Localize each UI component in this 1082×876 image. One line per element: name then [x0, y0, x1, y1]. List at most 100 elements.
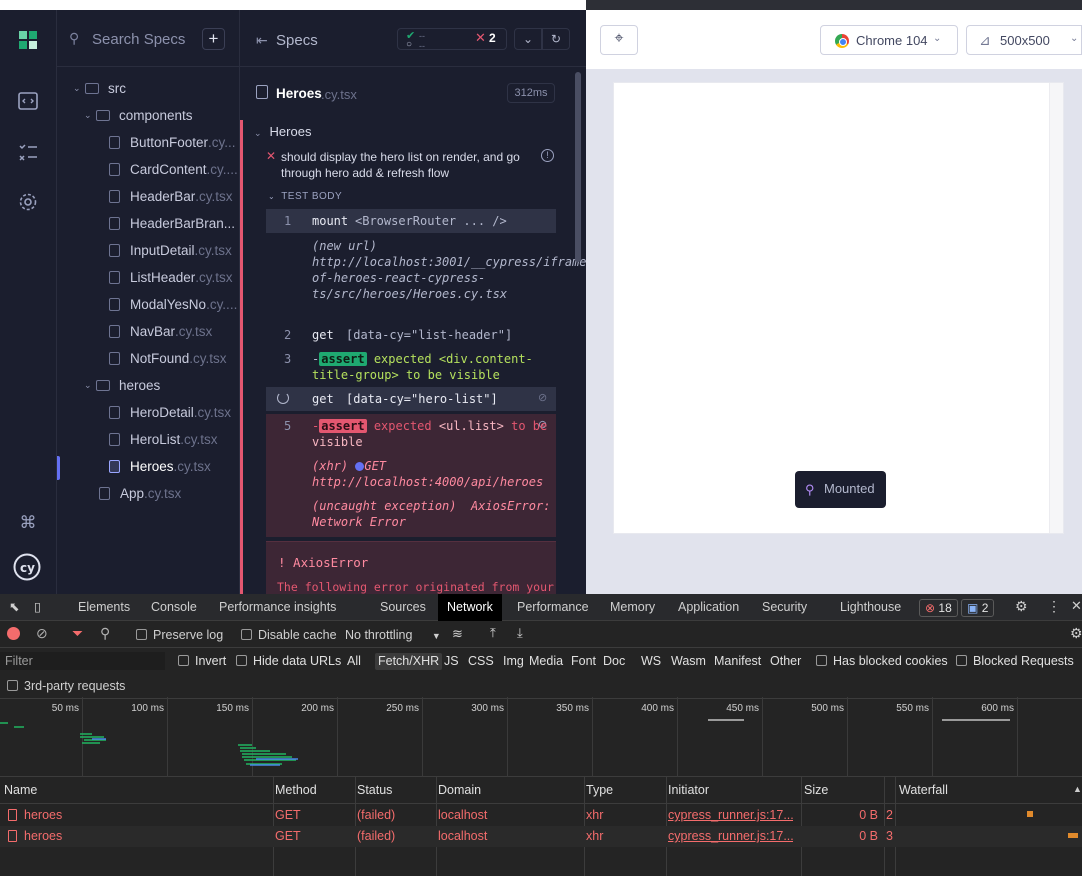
- tree-spec-file[interactable]: InputDetail .cy.tsx: [57, 237, 239, 264]
- runs-icon[interactable]: [16, 89, 40, 113]
- tree-spec-file[interactable]: NavBar .cy.tsx: [57, 318, 239, 345]
- tree-folder[interactable]: ⌄ src: [57, 75, 239, 102]
- filter-media[interactable]: Media: [529, 654, 563, 668]
- sort-asc-icon[interactable]: ▲: [1073, 784, 1082, 794]
- export-har-icon[interactable]: ⤓: [517, 625, 523, 641]
- wifi-conditions-icon[interactable]: ≋: [452, 626, 463, 642]
- cypress-logo-icon[interactable]: [16, 28, 40, 52]
- column-header-initiator[interactable]: Initiator: [668, 777, 709, 804]
- settings-icon[interactable]: [16, 190, 40, 214]
- device-toolbar-icon[interactable]: ▯: [34, 599, 41, 614]
- info-icon[interactable]: !: [541, 149, 554, 162]
- filter-doc[interactable]: Doc: [603, 654, 625, 668]
- command-get-list-header[interactable]: 2 get [data-cy="list-header"]: [266, 326, 556, 346]
- errors-badge[interactable]: ⊗ 18: [919, 599, 958, 617]
- tree-spec-file[interactable]: App .cy.tsx: [57, 480, 239, 507]
- viewport-selector[interactable]: ⊿ 500x500 ⌄: [966, 25, 1082, 55]
- column-header-domain[interactable]: Domain: [438, 777, 482, 804]
- cell-initiator[interactable]: cypress_runner.js:17...: [668, 829, 793, 843]
- clear-icon[interactable]: ⊘: [36, 625, 48, 642]
- search-icon[interactable]: ⚲: [100, 625, 110, 642]
- rerun-icon[interactable]: ↻: [542, 28, 570, 50]
- cell-initiator[interactable]: cypress_runner.js:17...: [668, 808, 793, 822]
- filter-input[interactable]: Filter: [0, 652, 165, 670]
- tree-folder[interactable]: ⌄ heroes: [57, 372, 239, 399]
- search-input[interactable]: Search Specs: [92, 31, 185, 48]
- filter-ws[interactable]: WS: [641, 654, 661, 668]
- tree-spec-file[interactable]: CardContent .cy....: [57, 156, 239, 183]
- reporter-scrollbar[interactable]: [575, 72, 581, 262]
- devtools-tab-performance[interactable]: Performance: [517, 600, 589, 614]
- suite-title[interactable]: ⌄ Heroes: [254, 124, 311, 139]
- frame-scrollbar[interactable]: [1049, 83, 1063, 533]
- test-body-header[interactable]: ⌄ TEST BODY: [268, 191, 342, 202]
- filter-has-blocked-cookies[interactable]: Has blocked cookies: [816, 654, 948, 668]
- devtools-tab-memory[interactable]: Memory: [610, 600, 655, 614]
- filter-img[interactable]: Img: [503, 654, 524, 668]
- command-assert-visible[interactable]: 3 - assert expected <div.content-title-gr…: [266, 351, 556, 385]
- close-icon[interactable]: ✕: [1071, 598, 1082, 614]
- filter-all[interactable]: All: [347, 654, 361, 668]
- devtools-tab-application[interactable]: Application: [678, 600, 739, 614]
- filter-invert[interactable]: Invert: [178, 654, 226, 668]
- tree-spec-file[interactable]: HeaderBar .cy.tsx: [57, 183, 239, 210]
- tree-folder[interactable]: ⌄ components: [57, 102, 239, 129]
- column-header-status[interactable]: Status: [357, 777, 393, 804]
- reporter-header-label[interactable]: Specs: [276, 32, 318, 49]
- cy-logo-icon[interactable]: cy: [13, 553, 41, 581]
- throttling-select[interactable]: No throttling ▼: [345, 628, 441, 642]
- command-assert-failed[interactable]: 5 ⊘ - assert expected <ul.list> to be vis…: [266, 414, 556, 537]
- column-header-name[interactable]: Name: [4, 777, 38, 804]
- disable-cache-checkbox[interactable]: Disable cache: [241, 628, 337, 642]
- filter-manifest[interactable]: Manifest: [714, 654, 761, 668]
- third-party-checkbox[interactable]: 3rd-party requests: [7, 679, 125, 693]
- eye-off-icon[interactable]: ⊘: [538, 391, 547, 404]
- chevron-down-icon[interactable]: ⌄: [514, 28, 542, 50]
- filter-css[interactable]: CSS: [468, 654, 494, 668]
- selector-playground-button[interactable]: ⌖: [600, 25, 638, 55]
- table-row[interactable]: heroes GET (failed) localhost xhr cypress_run…: [0, 826, 1082, 847]
- tree-spec-file[interactable]: HeaderBarBran...: [57, 210, 239, 237]
- filter-js[interactable]: JS: [444, 654, 459, 668]
- command-mount[interactable]: 1 mount <BrowserRouter ... />: [266, 209, 556, 233]
- devtools-tab-lighthouse[interactable]: Lighthouse: [840, 600, 901, 614]
- command-get-hero-list[interactable]: get [data-cy="hero-list"] ⊘: [266, 387, 556, 411]
- collapse-specs-icon[interactable]: ⇤: [256, 32, 268, 49]
- preserve-log-checkbox[interactable]: Preserve log: [136, 628, 223, 642]
- command-new-url[interactable]: (new url) http://localhost:3001/__cypres…: [266, 238, 586, 318]
- devtools-settings-icon[interactable]: ⚙: [1015, 598, 1028, 615]
- filter-blocked-requests[interactable]: Blocked Requests: [956, 654, 1074, 668]
- more-options-icon[interactable]: ⋮: [1047, 598, 1061, 615]
- tree-spec-file[interactable]: ListHeader .cy.tsx: [57, 264, 239, 291]
- devtools-tab-security[interactable]: Security: [762, 600, 807, 614]
- column-header-size[interactable]: Size: [804, 777, 829, 804]
- new-spec-button[interactable]: +: [202, 28, 225, 50]
- tree-spec-file[interactable]: NotFound .cy.tsx: [57, 345, 239, 372]
- record-icon[interactable]: [7, 627, 20, 640]
- column-header-waterfall[interactable]: Waterfall: [899, 777, 948, 804]
- devtools-tab-elements[interactable]: Elements: [78, 600, 130, 614]
- filter-other[interactable]: Other: [770, 654, 801, 668]
- specs-list-icon[interactable]: [16, 140, 40, 164]
- filter-hide-data-urls[interactable]: Hide data URLs: [236, 654, 341, 668]
- devtools-tab-console[interactable]: Console: [151, 600, 197, 614]
- network-overview-timeline[interactable]: 50 ms 100 ms 150 ms 200 ms 250 ms 300 ms 350 m…: [0, 697, 1082, 777]
- tree-spec-file[interactable]: HeroList .cy.tsx: [57, 426, 239, 453]
- filter-icon[interactable]: ⏷: [72, 625, 83, 642]
- tree-spec-file[interactable]: ButtonFooter .cy...: [57, 129, 239, 156]
- browser-selector[interactable]: Chrome 104 ⌄: [820, 25, 958, 55]
- keyboard-shortcuts-icon[interactable]: ⌘: [16, 511, 40, 535]
- spec-name[interactable]: Heroes: [276, 86, 322, 101]
- column-header-method[interactable]: Method: [275, 777, 317, 804]
- network-settings-icon[interactable]: ⚙: [1070, 625, 1082, 642]
- tree-spec-file[interactable]: Heroes .cy.tsx: [57, 453, 239, 480]
- column-header-type[interactable]: Type: [586, 777, 614, 804]
- inspect-element-icon[interactable]: ⬉: [9, 599, 19, 614]
- tree-spec-file[interactable]: HeroDetail .cy.tsx: [57, 399, 239, 426]
- filter-font[interactable]: Font: [571, 654, 596, 668]
- messages-badge[interactable]: ▣ 2: [961, 599, 995, 617]
- tree-spec-file[interactable]: ModalYesNo .cy....: [57, 291, 239, 318]
- devtools-tab-sources[interactable]: Sources: [380, 600, 426, 614]
- filter-wasm[interactable]: Wasm: [671, 654, 706, 668]
- table-row[interactable]: heroes GET (failed) localhost xhr cypress_run…: [0, 805, 1082, 826]
